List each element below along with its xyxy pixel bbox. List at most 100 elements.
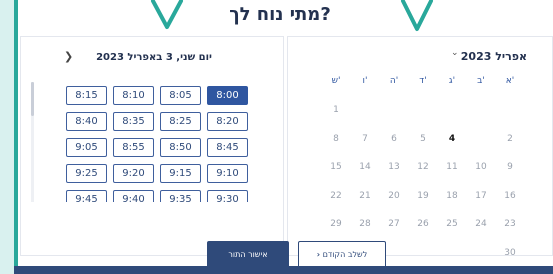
day-number: 22 <box>330 190 342 201</box>
time-slot-button[interactable]: 8:40 <box>66 112 107 131</box>
time-slot-button[interactable]: 8:55 <box>113 138 154 157</box>
accent-stripe <box>14 0 18 274</box>
day-number: 27 <box>388 219 400 230</box>
calendar-day[interactable]: 27 <box>380 210 408 238</box>
time-slot-button[interactable]: 8:00 <box>207 86 248 105</box>
day-number: 20 <box>388 190 400 201</box>
time-slot-button[interactable]: 9:35 <box>160 190 201 202</box>
day-number: 30 <box>504 248 516 258</box>
calendar-day[interactable]: 1 <box>322 96 350 124</box>
calendar-day[interactable]: 19 <box>409 182 437 210</box>
time-slot-button[interactable]: 8:10 <box>113 86 154 105</box>
calendar-day[interactable]: 11 <box>438 153 466 181</box>
calendar-day[interactable]: 22 <box>322 182 350 210</box>
calendar-day[interactable]: 21 <box>351 182 379 210</box>
time-slot-button[interactable]: 9:05 <box>66 138 107 157</box>
calendar-day[interactable]: 9 <box>496 153 524 181</box>
time-slot-button[interactable]: 8:25 <box>160 112 201 131</box>
calendar-day[interactable]: 10 <box>467 153 495 181</box>
calendar-day[interactable]: 20 <box>380 182 408 210</box>
day-number: 26 <box>417 219 429 230</box>
day-number: 24 <box>475 219 487 230</box>
time-panel-header: ❯ יום שני, 3 באפריל 2023 <box>20 36 284 80</box>
time-slot-button[interactable]: 9:25 <box>66 164 107 183</box>
calendar-day[interactable]: 18 <box>438 182 466 210</box>
calendar-day[interactable]: 4 <box>438 125 466 153</box>
day-number: 17 <box>475 190 487 201</box>
time-slot-grid: 8:15 8:10 8:05 8:00 8:40 8:35 8:25 8:20 9:05 8:55… <box>66 86 250 202</box>
weekday-label: ד' <box>419 76 427 86</box>
day-number: 28 <box>359 219 371 230</box>
chevron-left-icon[interactable]: ❯ <box>64 50 73 63</box>
calendar-day[interactable]: 14 <box>351 153 379 181</box>
day-number: 14 <box>359 162 371 173</box>
calendar-day[interactable]: 30 <box>496 239 524 266</box>
day-number: 12 <box>417 162 429 173</box>
time-slot-button[interactable]: 9:45 <box>66 190 107 202</box>
selected-date-label: יום שני, 3 באפריל 2023 <box>96 52 212 63</box>
day-number: 2 <box>507 133 513 144</box>
weekday-label: ש' <box>331 76 341 86</box>
slots-scrollbar[interactable] <box>31 82 34 202</box>
chevron-down-icon[interactable]: ⌄ <box>451 48 459 58</box>
calendar-day[interactable]: 2 <box>496 125 524 153</box>
day-number: 29 <box>330 219 342 230</box>
time-slot-button[interactable]: 9:30 <box>207 190 248 202</box>
weekday-label: ה' <box>389 76 399 86</box>
confirm-appointment-button[interactable]: אישור התור <box>207 241 289 268</box>
day-number: 13 <box>388 162 400 173</box>
calendar-day[interactable]: 3 <box>467 125 495 153</box>
calendar-day[interactable]: 7 <box>351 125 379 153</box>
page-title: מתי נוח לך? <box>229 4 331 25</box>
time-slot-button[interactable]: 8:45 <box>207 138 248 157</box>
calendar-day[interactable]: 25 <box>438 210 466 238</box>
calendar-day[interactable]: 12 <box>409 153 437 181</box>
day-number: 7 <box>362 133 368 144</box>
day-number: 1 <box>333 105 339 115</box>
previous-step-label: לשלב הקודם <box>322 250 368 259</box>
chevron-right-icon: › <box>316 250 321 259</box>
calendar-day[interactable]: 24 <box>467 210 495 238</box>
time-slot-button[interactable]: 8:05 <box>160 86 201 105</box>
arrow-down-icon <box>150 0 184 30</box>
day-number: 25 <box>446 219 458 230</box>
day-number: 8 <box>333 133 339 144</box>
day-number: 9 <box>507 162 513 173</box>
calendar-day[interactable]: 5 <box>409 125 437 153</box>
month-selector[interactable]: אפריל 2023 <box>461 50 527 63</box>
calendar-day[interactable]: 29 <box>322 210 350 238</box>
time-slot-button[interactable]: 8:35 <box>113 112 154 131</box>
time-slot-button[interactable]: 9:20 <box>113 164 154 183</box>
calendar-day[interactable]: 28 <box>351 210 379 238</box>
day-number: 16 <box>504 190 516 201</box>
time-slot-button[interactable]: 9:40 <box>113 190 154 202</box>
scrollbar-thumb[interactable] <box>31 82 34 116</box>
calendar-day[interactable]: 17 <box>467 182 495 210</box>
day-number: 19 <box>417 190 429 201</box>
calendar-day[interactable]: 26 <box>409 210 437 238</box>
day-number: 3 <box>478 133 484 144</box>
weekday-header: ש' ו' ה' ד' ג' ב' א' <box>322 76 526 88</box>
day-number: 21 <box>359 190 371 201</box>
calendar-day[interactable]: 23 <box>496 210 524 238</box>
time-slot-button[interactable]: 8:20 <box>207 112 248 131</box>
calendar-day[interactable]: 15 <box>322 153 350 181</box>
weekday-label: ב' <box>477 76 485 86</box>
day-number: 23 <box>504 219 516 230</box>
time-slot-button[interactable]: 8:50 <box>160 138 201 157</box>
time-slot-button[interactable]: 9:15 <box>160 164 201 183</box>
previous-step-button[interactable]: › לשלב הקודם <box>298 241 386 268</box>
calendar-day[interactable]: 8 <box>322 125 350 153</box>
day-number: 18 <box>446 190 458 201</box>
arrow-down-icon <box>400 0 434 32</box>
day-number: 4 <box>448 133 456 144</box>
day-number: 6 <box>391 133 397 144</box>
calendar-day[interactable]: 16 <box>496 182 524 210</box>
day-number: 5 <box>420 133 426 144</box>
calendar-day[interactable]: 6 <box>380 125 408 153</box>
weekday-label: ו' <box>362 76 368 86</box>
time-slot-button[interactable]: 8:15 <box>66 86 107 105</box>
calendar-day[interactable]: 13 <box>380 153 408 181</box>
weekday-label: ג' <box>448 76 456 86</box>
time-slot-button[interactable]: 9:10 <box>207 164 248 183</box>
